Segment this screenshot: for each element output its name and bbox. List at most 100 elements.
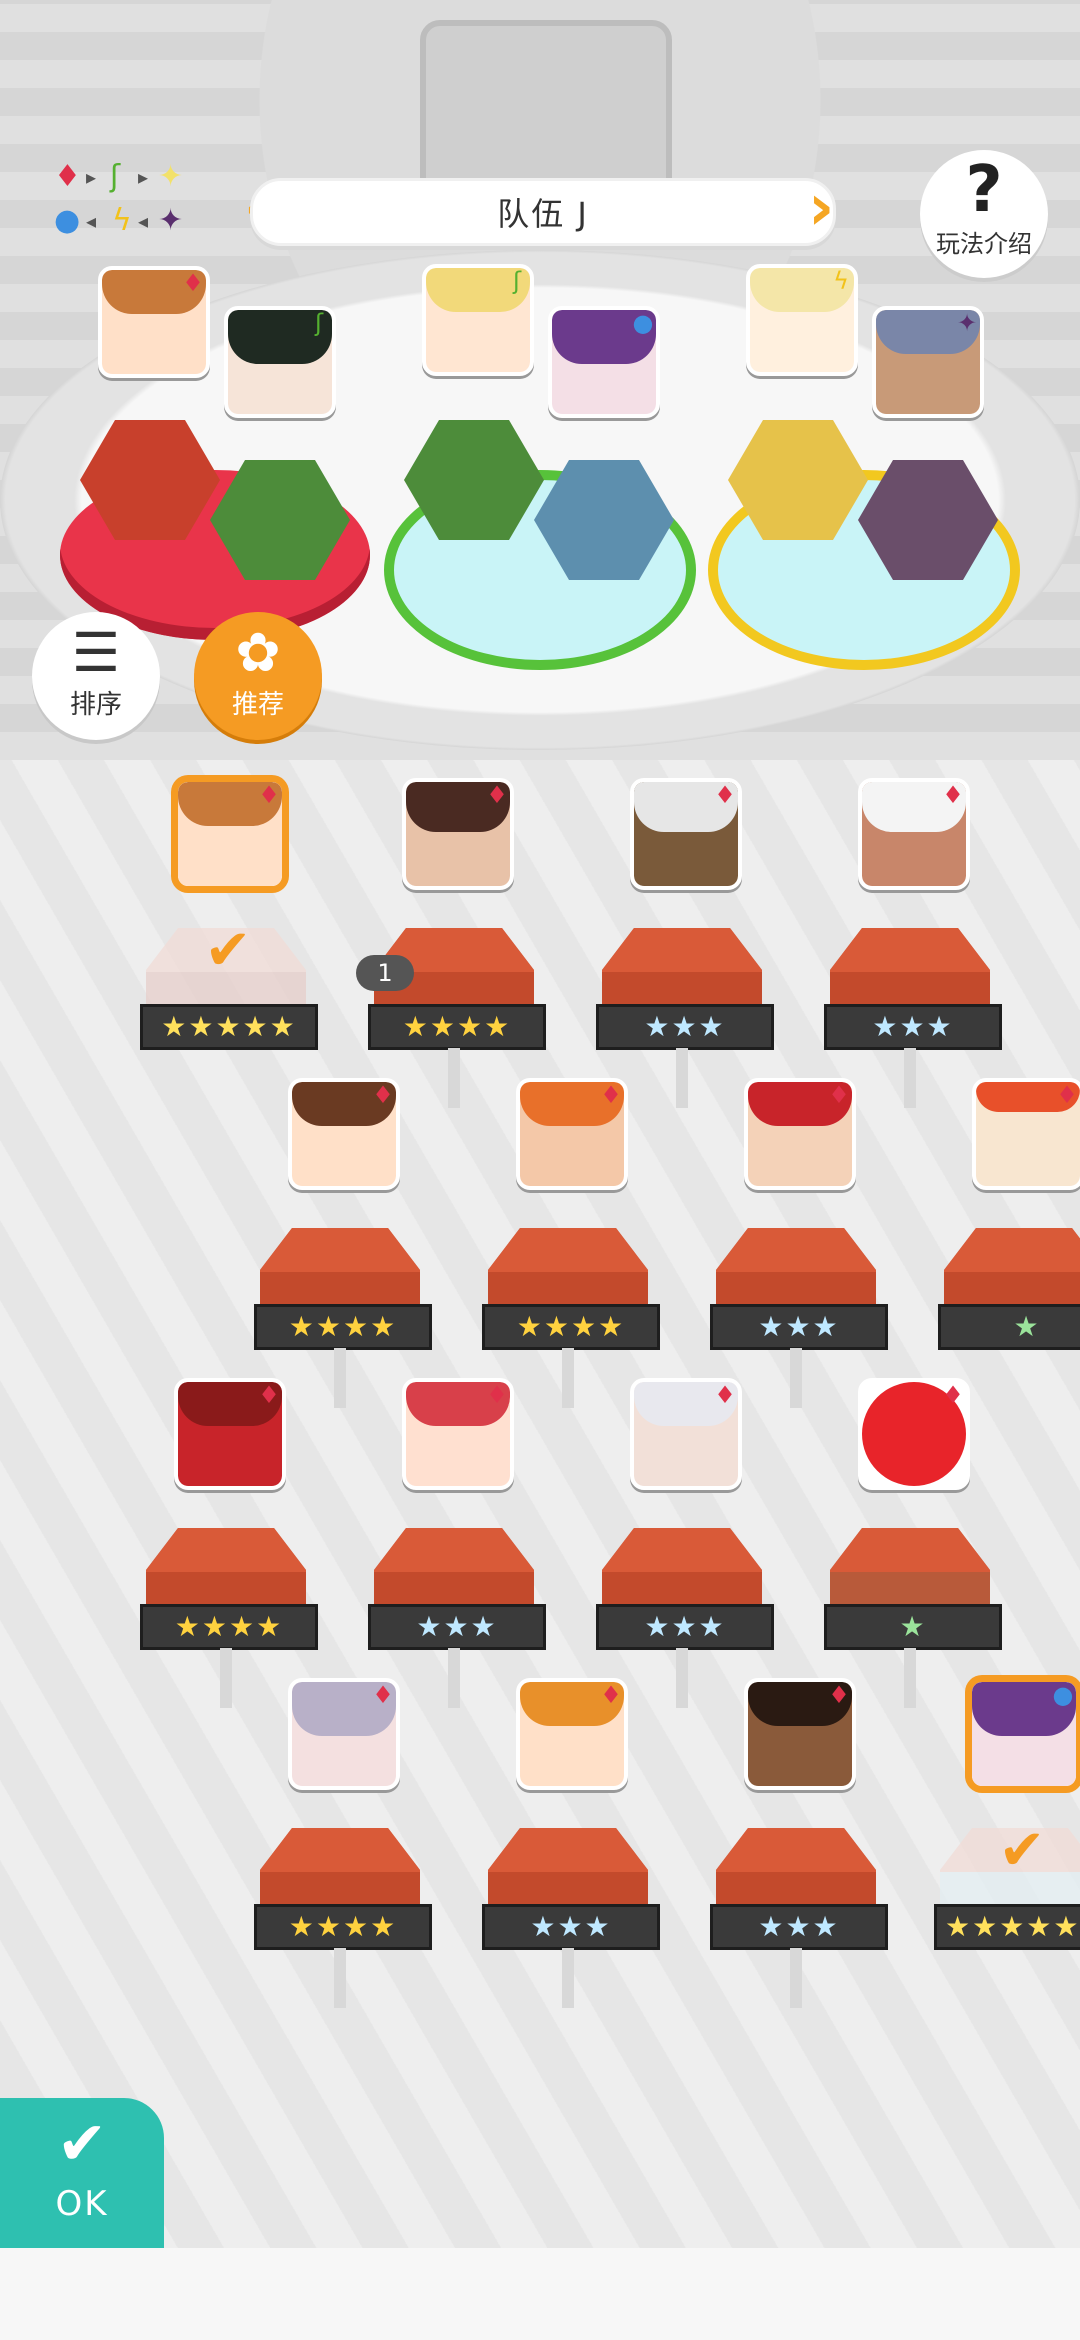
team-hero-portrait[interactable]: ʃ: [422, 264, 534, 376]
roster-unit[interactable]: ♦ ★★★: [368, 1378, 546, 1708]
star-rating: ★★★★★: [934, 1904, 1080, 1950]
team-hero-portrait[interactable]: ✦: [872, 306, 984, 418]
fire-icon: ♦: [942, 1381, 964, 1409]
water-icon: ●: [632, 309, 654, 337]
lightning-icon: ϟ: [833, 267, 849, 295]
pedestal-pole: [334, 1948, 346, 2008]
hero-portrait: ♦: [858, 1378, 970, 1490]
roster-unit[interactable]: ♦ ★★★★: [254, 1678, 432, 2008]
fire-icon: ♦: [182, 269, 204, 297]
hero-portrait: ●: [968, 1678, 1080, 1790]
recommend-label: 推荐: [231, 690, 284, 720]
hero-portrait: ♦: [516, 1078, 628, 1190]
dark-icon: ✦: [158, 203, 184, 238]
sort-icon: ☰: [71, 621, 121, 684]
fire-icon: ♦: [828, 1081, 850, 1109]
light-icon: ✦: [158, 159, 184, 194]
arena-gate: [420, 20, 672, 202]
hero-portrait: ♦: [744, 1678, 856, 1790]
roster-unit[interactable]: ♦ ★★★: [596, 778, 774, 1108]
star-rating: ★★★: [824, 1004, 1002, 1050]
roster-unit[interactable]: ♦ ★: [938, 1078, 1080, 1398]
check-icon: ✔: [56, 2109, 108, 2179]
hero-portrait: ♦: [288, 1078, 400, 1190]
recommend-button[interactable]: ✿ 推荐: [194, 612, 322, 740]
roster-unit[interactable]: ♦ ★★★: [710, 1078, 888, 1408]
duplicate-count-badge: 1: [356, 955, 414, 991]
star-rating: ★★★: [368, 1604, 546, 1650]
fire-icon: ♦: [1056, 1081, 1078, 1109]
roster-unit[interactable]: ♦ ★★★★: [254, 1078, 432, 1408]
arrow-left-icon: ◂: [86, 209, 97, 233]
roster-unit[interactable]: ♦ ★: [824, 1378, 1002, 1708]
star-rating: ★★★★: [368, 1004, 546, 1050]
leaf-icon: ʃ: [110, 159, 121, 194]
hero-portrait: ♦: [402, 1378, 514, 1490]
roster-unit[interactable]: ♦ ★★★★: [482, 1078, 660, 1408]
star-rating: ★★★★★: [140, 1004, 318, 1050]
pedestal-pole: [562, 1948, 574, 2008]
arrow-left-icon: ◂: [138, 209, 149, 233]
check-icon: ✔: [204, 918, 252, 983]
hero-portrait: ♦: [174, 1378, 286, 1490]
fire-icon: ♦: [714, 781, 736, 809]
star-rating: ★★★: [596, 1604, 774, 1650]
arrow-right-icon: ▸: [86, 165, 97, 189]
pedestal-pole: [904, 1048, 916, 1108]
roster-unit[interactable]: ♦ ★★★★: [368, 778, 546, 1108]
star-rating: ★★★: [596, 1004, 774, 1050]
sort-label: 排序: [69, 690, 122, 720]
pedestal-pole: [562, 1348, 574, 1408]
roster-unit[interactable]: ♦ ✔ ★★★★★: [140, 778, 318, 1098]
team-hero-portrait[interactable]: ♦: [98, 266, 210, 378]
water-icon: ●: [1052, 1681, 1074, 1709]
team-hero-portrait[interactable]: ϟ: [746, 264, 858, 376]
help-button[interactable]: ? 玩法介绍: [920, 150, 1048, 278]
star-rating: ★★★: [710, 1904, 888, 1950]
bottom-bar: [0, 2248, 1080, 2340]
hero-portrait: ♦: [744, 1078, 856, 1190]
help-label: 玩法介绍: [936, 230, 1032, 258]
leaf-icon: ʃ: [314, 309, 324, 337]
fire-icon: ♦: [258, 1381, 280, 1409]
roster-unit[interactable]: ● ✔ ★★★★★: [934, 1678, 1080, 1998]
lightning-icon: ϟ: [112, 203, 132, 238]
roster-unit[interactable]: ♦ ★★★★: [140, 1378, 318, 1708]
pedestal-pole: [790, 1348, 802, 1408]
roster-unit[interactable]: ♦ ★★★: [824, 778, 1002, 1108]
element-chart[interactable]: ♦ ▸ ʃ ▸ ✦ ● ◂ ϟ ◂ ✦: [50, 160, 200, 250]
fire-icon: ♦: [942, 781, 964, 809]
sort-button[interactable]: ☰ 排序: [32, 612, 160, 740]
hero-portrait: ♦: [402, 778, 514, 890]
pedestal-pole: [220, 1648, 232, 1708]
ok-button[interactable]: ✔ OK: [0, 2098, 164, 2248]
hero-portrait: ♦: [288, 1678, 400, 1790]
team-hero-portrait[interactable]: ●: [548, 306, 660, 418]
star-rating: ★★★★: [254, 1904, 432, 1950]
fire-icon: ♦: [54, 159, 81, 194]
fire-icon: ♦: [486, 781, 508, 809]
fire-icon: ♦: [486, 1381, 508, 1409]
star-rating: ★★★★: [482, 1304, 660, 1350]
check-icon: ✔: [998, 1818, 1046, 1883]
next-team-button[interactable]: ›: [808, 172, 838, 244]
fire-icon: ♦: [828, 1681, 850, 1709]
star-rating: ★★★★: [254, 1304, 432, 1350]
pedestal-pole: [448, 1048, 460, 1108]
roster-unit[interactable]: ♦ ★★★: [596, 1378, 774, 1708]
hero-portrait: ♦: [630, 1378, 742, 1490]
team-hero-portrait[interactable]: ʃ: [224, 306, 336, 418]
roster-unit[interactable]: ♦ ★★★: [710, 1678, 888, 2008]
pedestal-pole: [334, 1348, 346, 1408]
hero-portrait: ♦: [174, 778, 286, 890]
ok-label: OK: [55, 2184, 109, 2224]
team-name-bar: 队伍 J: [250, 178, 836, 246]
roster-unit[interactable]: ♦ ★★★: [482, 1678, 660, 2008]
fire-icon: ♦: [600, 1681, 622, 1709]
star-rating: ★: [824, 1604, 1002, 1650]
hero-portrait: ♦: [858, 778, 970, 890]
fire-icon: ♦: [258, 781, 280, 809]
question-icon: ?: [965, 153, 1003, 227]
star-rating: ★: [938, 1304, 1080, 1350]
fire-icon: ♦: [372, 1081, 394, 1109]
